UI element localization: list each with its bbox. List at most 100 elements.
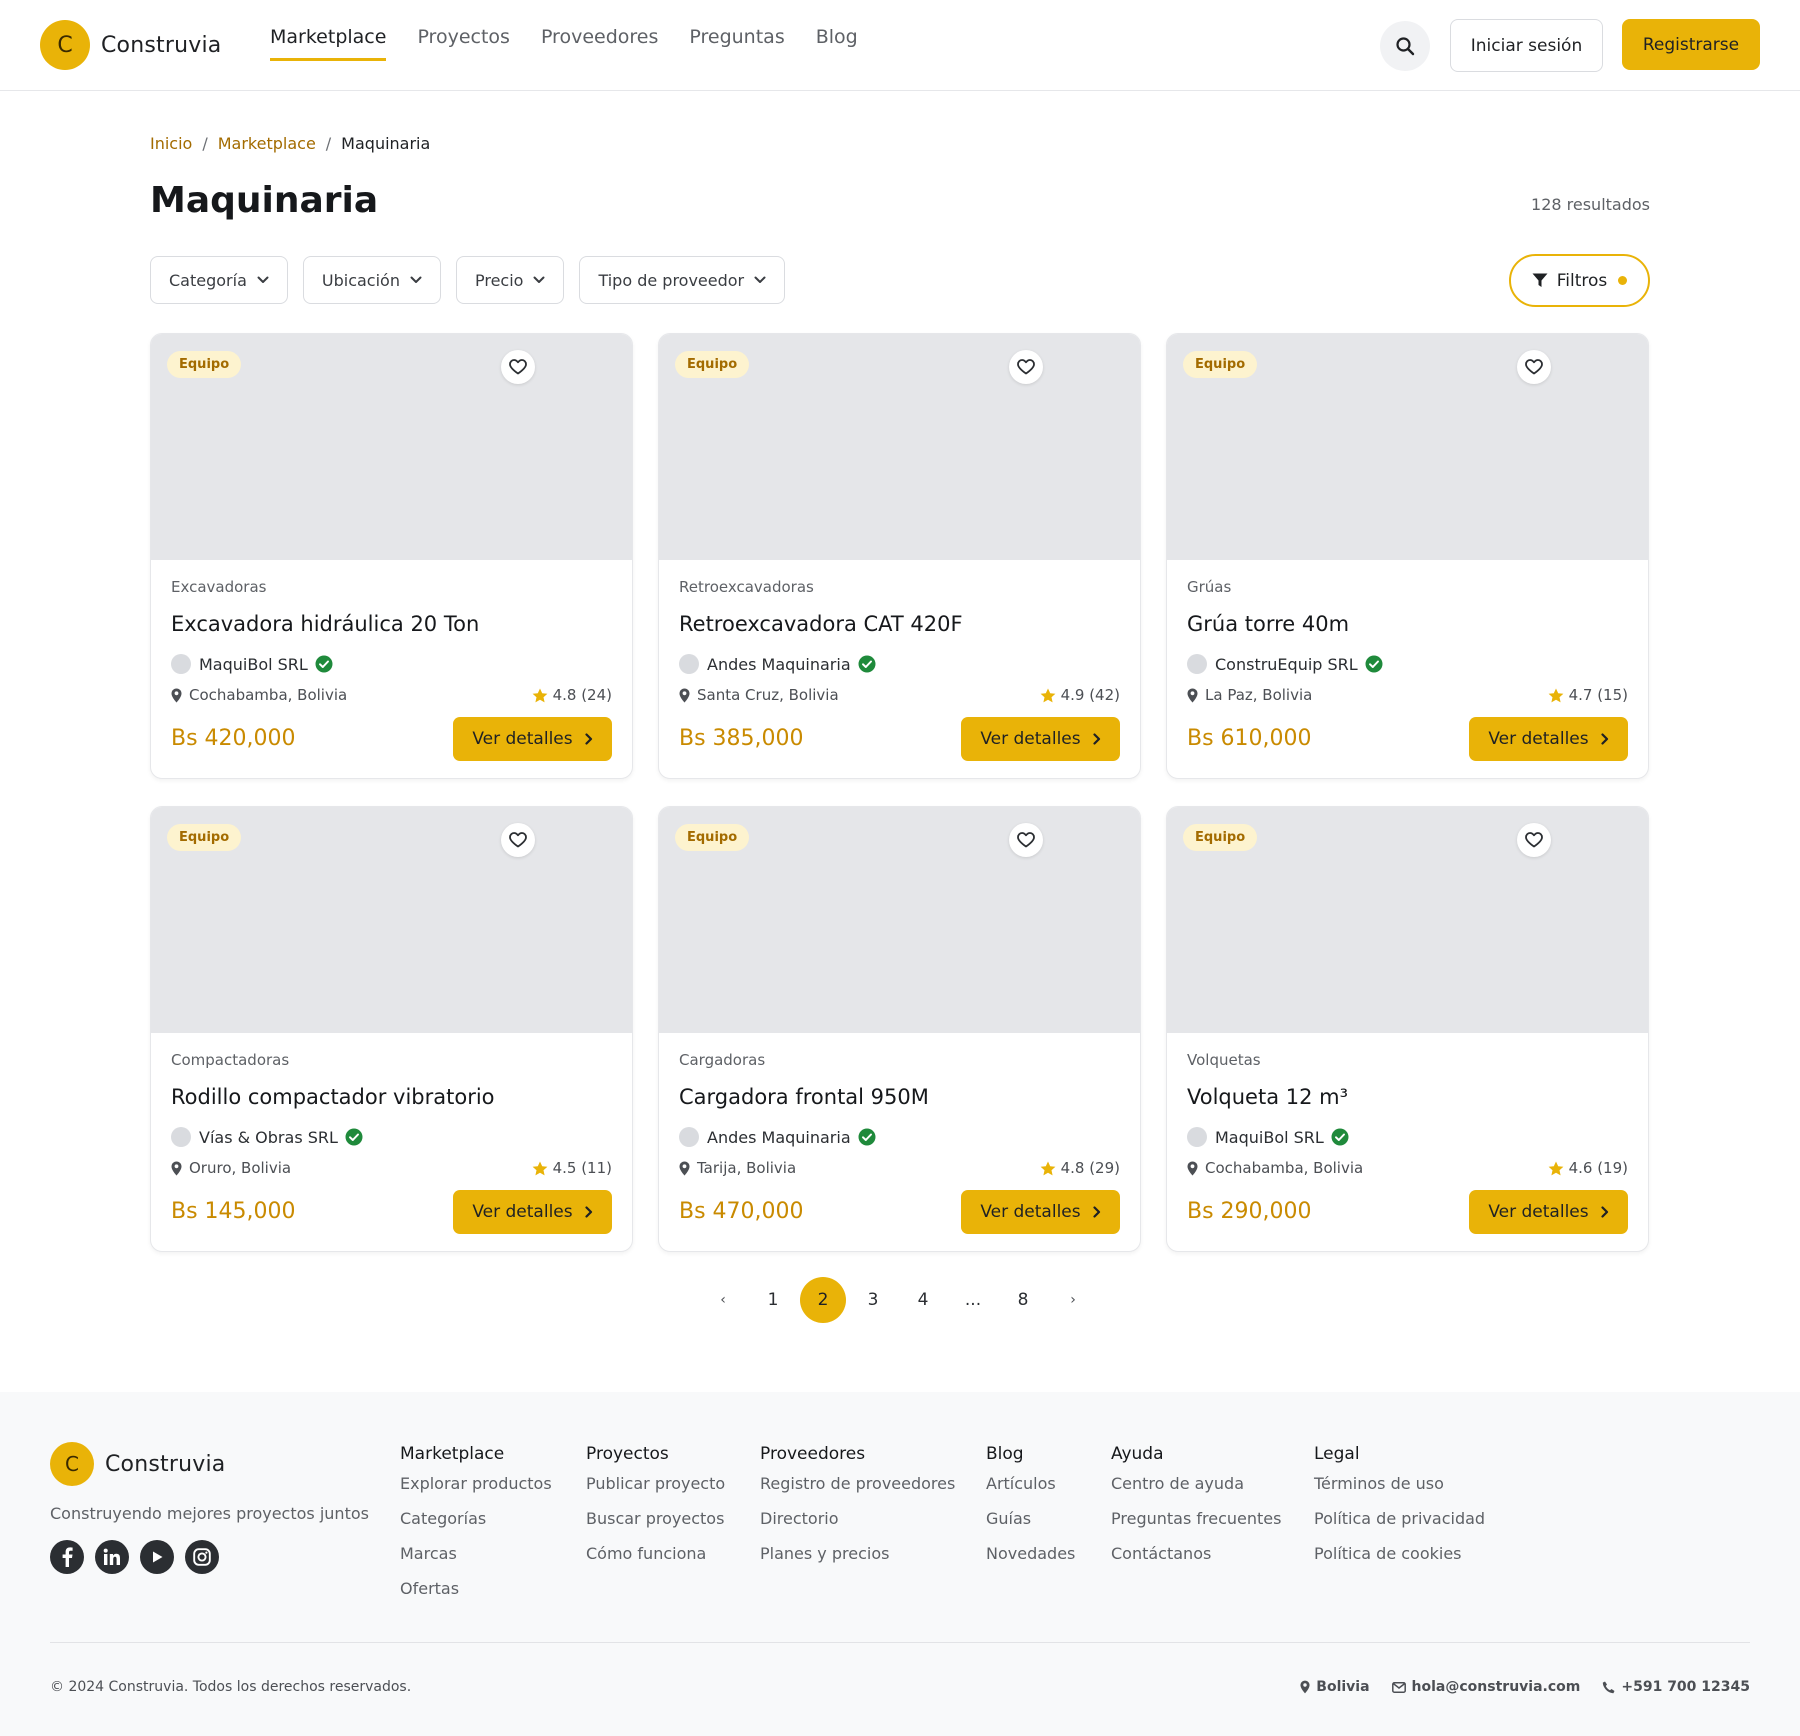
product-info: Retroexcavadoras Retroexcavadora CAT 420…	[659, 560, 1140, 778]
product-price: Bs 385,000	[679, 726, 804, 751]
phone-link[interactable]: +591 700 12345	[1602, 1679, 1750, 1695]
filter-tipo-proveedor[interactable]: Tipo de proveedor	[579, 256, 786, 304]
footer-link[interactable]: Planes y precios	[760, 1544, 955, 1579]
linkedin-link[interactable]	[95, 1540, 129, 1574]
footer-link[interactable]: Categorías	[400, 1509, 552, 1544]
footer-link[interactable]: Registro de proveedores	[760, 1474, 955, 1509]
footer-link[interactable]: Artículos	[986, 1474, 1075, 1509]
product-card[interactable]: Equipo Compactadoras Rodillo compactador…	[150, 806, 633, 1252]
favorite-button[interactable]	[1517, 823, 1551, 857]
location-text: Tarija, Bolivia	[697, 1159, 797, 1177]
vendor-row[interactable]: Andes Maquinaria	[679, 654, 876, 674]
filter-precio[interactable]: Precio	[455, 256, 565, 304]
page-button-1[interactable]: 1	[750, 1277, 796, 1323]
vendor-name: ConstruEquip SRL	[1215, 654, 1358, 674]
page-button-3[interactable]: 3	[850, 1277, 896, 1323]
product-location: La Paz, Bolivia	[1187, 686, 1312, 704]
breadcrumb-home[interactable]: Inicio	[150, 134, 192, 153]
country-text: Bolivia	[1316, 1679, 1370, 1695]
favorite-button[interactable]	[1009, 350, 1043, 384]
product-card[interactable]: Equipo Cargadoras Cargadora frontal 950M…	[658, 806, 1141, 1252]
footer-link[interactable]: Política de privacidad	[1314, 1509, 1485, 1544]
register-button[interactable]: Registrarse	[1622, 19, 1760, 70]
favorite-button[interactable]	[1009, 823, 1043, 857]
nav-blog[interactable]: Blog	[816, 26, 858, 61]
footer-col-title: Legal	[1314, 1444, 1360, 1464]
location-text: Santa Cruz, Bolivia	[697, 686, 839, 704]
product-card[interactable]: Equipo Grúas Grúa torre 40m ConstruEquip…	[1166, 333, 1649, 779]
youtube-icon	[153, 1551, 163, 1563]
view-details-button[interactable]: Ver detalles	[961, 1190, 1120, 1234]
product-card[interactable]: Equipo Volquetas Volqueta 12 m³ MaquiBol…	[1166, 806, 1649, 1252]
breadcrumb-marketplace[interactable]: Marketplace	[218, 134, 316, 153]
youtube-link[interactable]	[140, 1540, 174, 1574]
instagram-link[interactable]	[185, 1540, 219, 1574]
rating-text: 4.6 (19)	[1568, 1159, 1628, 1177]
nav-proveedores[interactable]: Proveedores	[541, 26, 658, 61]
filter-categoria[interactable]: Categoría	[150, 256, 288, 304]
footer-link[interactable]: Preguntas frecuentes	[1111, 1509, 1281, 1544]
footer-link[interactable]: Explorar productos	[400, 1474, 552, 1509]
location-pin-icon	[679, 1161, 690, 1175]
brand-logo[interactable]: C Construvia	[40, 20, 221, 70]
product-title[interactable]: Retroexcavadora CAT 420F	[679, 612, 963, 636]
filters-button[interactable]: Filtros	[1509, 254, 1650, 307]
footer-link[interactable]: Buscar proyectos	[586, 1509, 725, 1544]
product-price: Bs 290,000	[1187, 1199, 1312, 1224]
product-title[interactable]: Grúa torre 40m	[1187, 612, 1349, 636]
product-card[interactable]: Equipo Excavadoras Excavadora hidráulica…	[150, 333, 633, 779]
view-details-button[interactable]: Ver detalles	[453, 717, 612, 761]
page-button-2[interactable]: 2	[800, 1277, 846, 1323]
footer-col-title: Blog	[986, 1444, 1024, 1464]
next-page-button[interactable]: ›	[1050, 1277, 1096, 1323]
page-button-4[interactable]: 4	[900, 1277, 946, 1323]
vendor-row[interactable]: Vías & Obras SRL	[171, 1127, 363, 1147]
footer-logo[interactable]: C Construvia	[50, 1442, 225, 1486]
nav-preguntas[interactable]: Preguntas	[689, 26, 784, 61]
footer-link[interactable]: Política de cookies	[1314, 1544, 1485, 1579]
type-badge: Equipo	[675, 824, 750, 851]
vendor-row[interactable]: ConstruEquip SRL	[1187, 654, 1383, 674]
vendor-row[interactable]: MaquiBol SRL	[1187, 1127, 1349, 1147]
footer-link[interactable]: Contáctanos	[1111, 1544, 1281, 1579]
view-details-button[interactable]: Ver detalles	[1469, 1190, 1628, 1234]
verified-check-icon	[1331, 1128, 1349, 1146]
footer-link[interactable]: Publicar proyecto	[586, 1474, 725, 1509]
product-rating: 4.9 (42)	[1040, 686, 1120, 704]
footer-link[interactable]: Cómo funciona	[586, 1544, 725, 1579]
nav-proyectos[interactable]: Proyectos	[417, 26, 510, 61]
favorite-button[interactable]	[501, 823, 535, 857]
logo-mark: C	[50, 1442, 94, 1486]
vendor-avatar	[1187, 1127, 1207, 1147]
prev-page-button[interactable]: ‹	[700, 1277, 746, 1323]
view-details-button[interactable]: Ver detalles	[453, 1190, 612, 1234]
product-category: Retroexcavadoras	[679, 578, 814, 596]
favorite-button[interactable]	[1517, 350, 1551, 384]
facebook-link[interactable]	[50, 1540, 84, 1574]
footer-link[interactable]: Marcas	[400, 1544, 552, 1579]
location-pin-icon	[171, 1161, 182, 1175]
footer-link[interactable]: Ofertas	[400, 1579, 552, 1614]
footer-link[interactable]: Centro de ayuda	[1111, 1474, 1281, 1509]
view-details-button[interactable]: Ver detalles	[961, 717, 1120, 761]
footer-link[interactable]: Directorio	[760, 1509, 955, 1544]
filter-label: Ubicación	[321, 270, 400, 290]
page-button-8[interactable]: 8	[1000, 1277, 1046, 1323]
product-title[interactable]: Volqueta 12 m³	[1187, 1085, 1348, 1109]
login-button[interactable]: Iniciar sesión	[1450, 19, 1603, 72]
product-card[interactable]: Equipo Retroexcavadoras Retroexcavadora …	[658, 333, 1141, 779]
product-title[interactable]: Excavadora hidráulica 20 Ton	[171, 612, 479, 636]
vendor-row[interactable]: Andes Maquinaria	[679, 1127, 876, 1147]
view-details-button[interactable]: Ver detalles	[1469, 717, 1628, 761]
search-button[interactable]	[1380, 21, 1430, 71]
footer-link[interactable]: Guías	[986, 1509, 1075, 1544]
filter-ubicacion[interactable]: Ubicación	[302, 256, 441, 304]
email-link[interactable]: hola@construvia.com	[1391, 1679, 1580, 1695]
nav-marketplace[interactable]: Marketplace	[270, 26, 387, 61]
product-title[interactable]: Cargadora frontal 950M	[679, 1085, 929, 1109]
footer-link[interactable]: Novedades	[986, 1544, 1075, 1579]
product-title[interactable]: Rodillo compactador vibratorio	[171, 1085, 495, 1109]
vendor-row[interactable]: MaquiBol SRL	[171, 654, 333, 674]
favorite-button[interactable]	[501, 350, 535, 384]
footer-link[interactable]: Términos de uso	[1314, 1474, 1485, 1509]
